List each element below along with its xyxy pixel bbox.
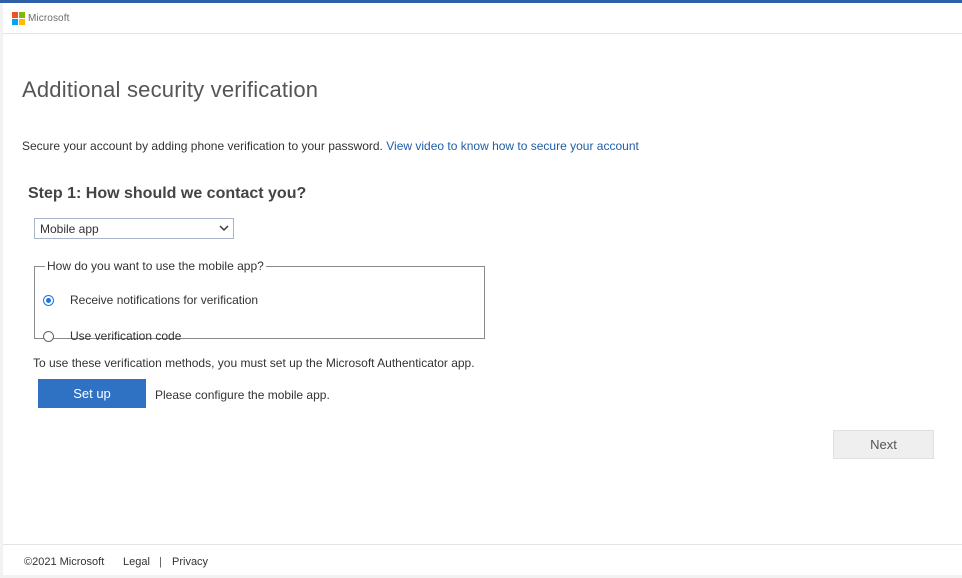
copyright: ©2021 Microsoft (24, 556, 105, 568)
intro-text: Secure your account by adding phone veri… (22, 139, 383, 153)
option-verification-code[interactable]: Use verification code (43, 329, 181, 343)
brand-name: Microsoft (28, 12, 70, 24)
intro-paragraph: Secure your account by adding phone veri… (22, 139, 639, 153)
mobile-app-group-legend: How do you want to use the mobile app? (47, 259, 264, 273)
video-link[interactable]: View video to know how to secure your ac… (386, 139, 639, 153)
option-verification-code-label: Use verification code (70, 329, 182, 343)
contact-method-select[interactable]: Mobile app (34, 218, 234, 239)
authenticator-note: To use these verification methods, you m… (33, 356, 475, 370)
radio-notifications[interactable] (43, 294, 54, 306)
footer: ©2021 Microsoft Legal | Privacy (3, 544, 962, 576)
step-heading: Step 1: How should we contact you? (28, 185, 307, 202)
chevron-down-icon (219, 225, 229, 231)
set-up-button[interactable]: Set up (38, 379, 146, 408)
page-title: Additional security verification (22, 77, 319, 102)
page: Microsoft Additional security verificati… (3, 3, 962, 575)
legal-link[interactable]: Legal (123, 556, 150, 568)
setup-status-message: Please configure the mobile app. (155, 388, 330, 402)
microsoft-logo-icon (12, 11, 25, 25)
footer-separator: | (159, 556, 162, 568)
next-button[interactable]: Next (833, 430, 934, 459)
option-notifications[interactable]: Receive notifications for verification (43, 293, 258, 307)
privacy-link[interactable]: Privacy (172, 556, 208, 568)
option-notifications-label: Receive notifications for verification (70, 293, 259, 307)
radio-verification-code[interactable] (43, 330, 54, 342)
microsoft-logo: Microsoft (12, 11, 69, 25)
mobile-app-options-group: How do you want to use the mobile app? R… (34, 259, 485, 343)
contact-method-value: Mobile app (40, 222, 99, 236)
header: Microsoft (3, 3, 962, 34)
